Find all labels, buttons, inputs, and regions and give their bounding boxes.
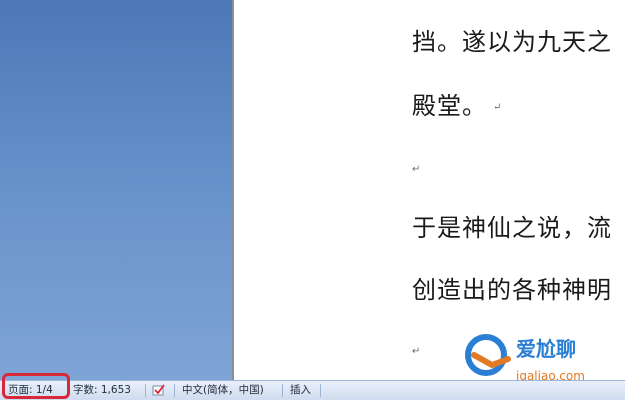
status-separator bbox=[174, 384, 175, 397]
watermark-text-top: 爱尬聊 bbox=[516, 337, 576, 361]
document-line-4[interactable]: 创造出的各种神明 bbox=[412, 270, 612, 305]
word-count-text: 字数: 1,653 bbox=[73, 384, 131, 396]
language-indicator[interactable]: 中文(简体，中国) bbox=[182, 381, 264, 400]
empty-paragraph-mark-2: ↵ bbox=[412, 346, 421, 357]
page-number-highlight-box bbox=[2, 373, 70, 399]
document-line-2[interactable]: 殿堂。 ↵ bbox=[412, 86, 502, 121]
document-line-4-text: 创造出的各种神明 bbox=[412, 276, 612, 304]
proofing-icon[interactable] bbox=[152, 384, 166, 397]
language-text: 中文(简体，中国) bbox=[182, 384, 264, 396]
status-separator bbox=[282, 384, 283, 397]
status-bar: 页面: 1/4 字数: 1,653 中文(简体，中国) 插入 bbox=[0, 380, 625, 400]
insert-mode-indicator[interactable]: 插入 bbox=[290, 381, 311, 400]
status-separator bbox=[320, 384, 321, 397]
status-separator bbox=[145, 384, 146, 397]
insert-mode-text: 插入 bbox=[290, 384, 311, 396]
document-page[interactable]: 挡。遂以为九天之 殿堂。 ↵ ↵ 于是神仙之说，流 创造出的各种神明 ↵ bbox=[234, 0, 625, 380]
document-line-2-text: 殿堂。 bbox=[412, 92, 487, 120]
watermark-logo-icon bbox=[465, 334, 511, 376]
document-workspace-background bbox=[0, 0, 232, 380]
document-line-3[interactable]: 于是神仙之说，流 bbox=[412, 208, 612, 243]
paragraph-mark: ↵ bbox=[493, 102, 503, 113]
empty-paragraph-mark: ↵ bbox=[412, 164, 421, 175]
document-line-3-text: 于是神仙之说，流 bbox=[412, 214, 612, 242]
document-line-1[interactable]: 挡。遂以为九天之 bbox=[412, 22, 612, 57]
document-line-1-text: 挡。遂以为九天之 bbox=[412, 28, 612, 56]
word-count-indicator[interactable]: 字数: 1,653 bbox=[73, 381, 131, 400]
